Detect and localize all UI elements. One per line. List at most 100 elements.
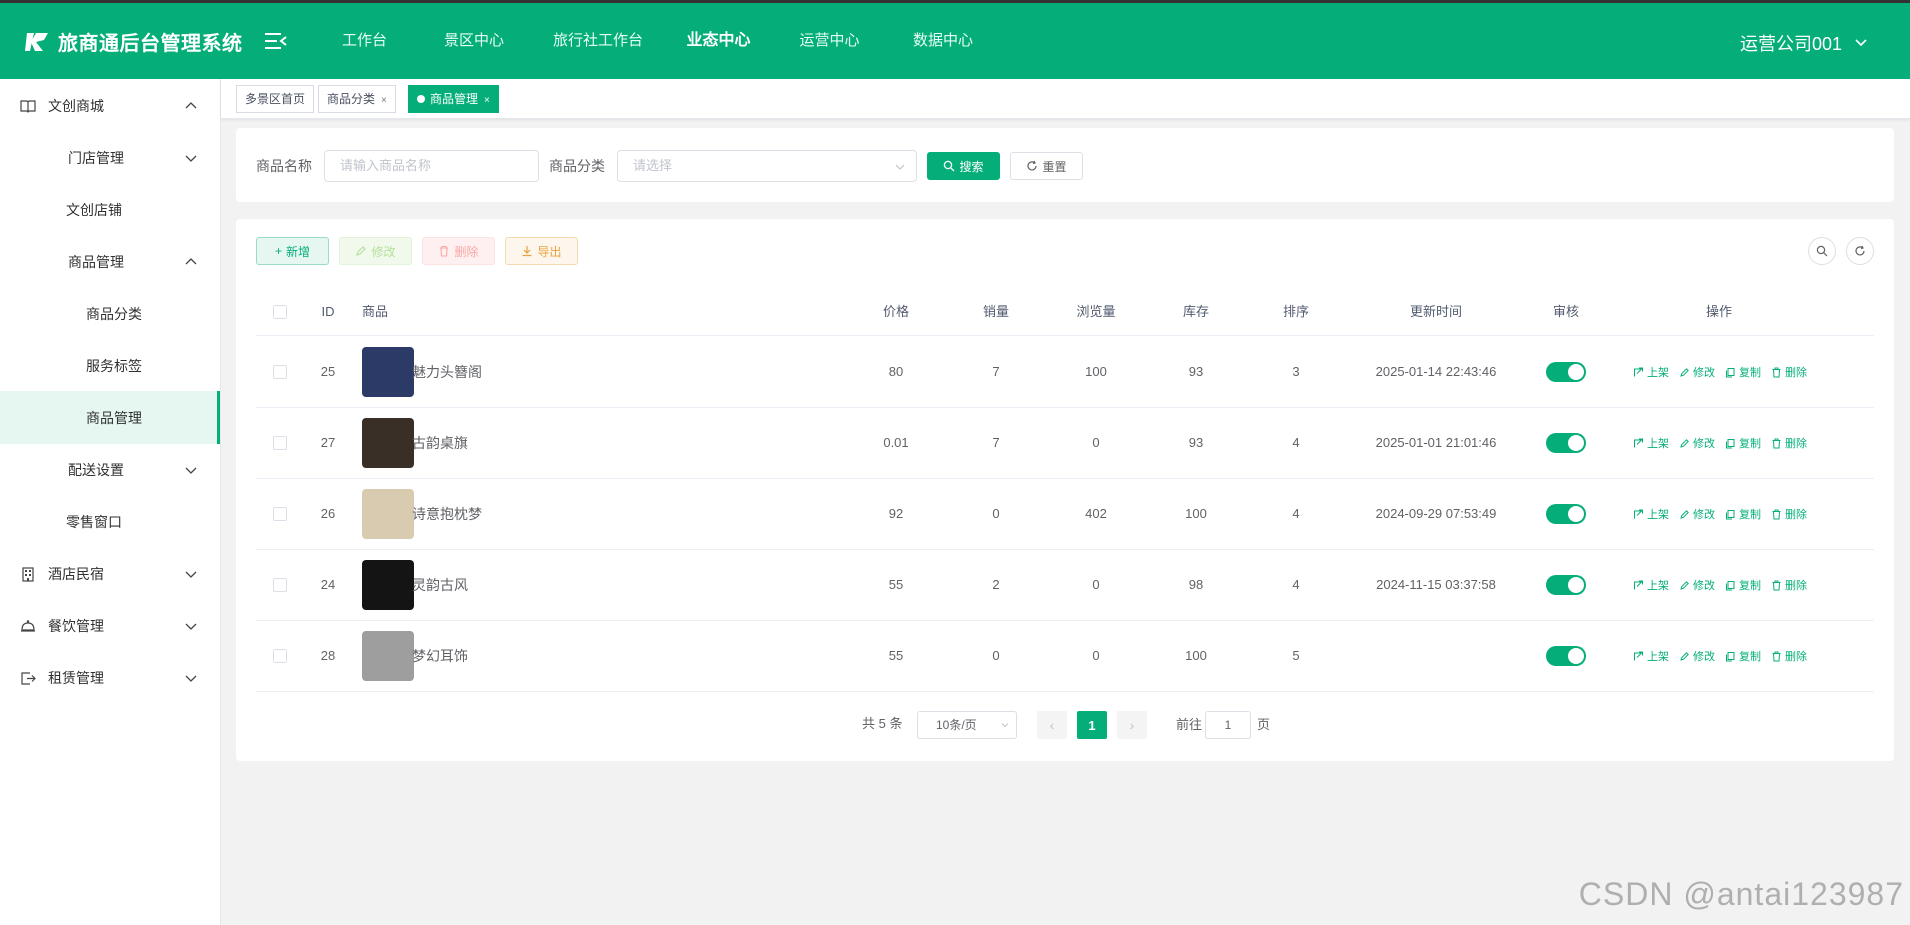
prev-page-button[interactable]: ‹ bbox=[1037, 711, 1067, 739]
action-label: 删除 bbox=[1785, 580, 1807, 592]
cell-product-name: 魅力头簪阁 bbox=[412, 364, 482, 380]
action-label: 删除 bbox=[1785, 651, 1807, 663]
close-icon[interactable]: × bbox=[484, 95, 490, 106]
shelve-action[interactable]: 上架 bbox=[1633, 648, 1669, 664]
delete-action[interactable]: 删除 bbox=[1771, 364, 1807, 380]
sidebar-item-creative-mall[interactable]: 文创商城 bbox=[0, 81, 220, 131]
approval-switch[interactable] bbox=[1546, 433, 1586, 453]
edit-action[interactable]: 修改 bbox=[1679, 506, 1715, 522]
nav-item-operations[interactable]: 运营中心 bbox=[774, 3, 885, 79]
product-table-card: + 新增 修改 删除 导出 ID 商品 价格 销量 浏览量 库存 排序 更新时间 … bbox=[236, 219, 1894, 761]
sidebar-item-rental[interactable]: 租赁管理 bbox=[0, 653, 220, 703]
tag-label: 多景区首页 bbox=[245, 92, 306, 106]
page-size-select[interactable]: 10条/页 bbox=[917, 711, 1017, 739]
select-all-checkbox[interactable] bbox=[273, 305, 287, 319]
delete-action[interactable]: 删除 bbox=[1771, 577, 1807, 593]
refresh-icon bbox=[1027, 160, 1038, 171]
sidebar-item-label: 配送设置 bbox=[68, 462, 124, 478]
approval-switch[interactable] bbox=[1546, 575, 1586, 595]
copy-action[interactable]: 复制 bbox=[1725, 435, 1761, 451]
copy-action[interactable]: 复制 bbox=[1725, 577, 1761, 593]
copy-icon bbox=[1726, 438, 1735, 448]
sidebar-item-product-mgmt-group[interactable]: 商品管理 bbox=[0, 237, 220, 287]
menu-collapse-icon[interactable] bbox=[264, 31, 288, 51]
edit-icon bbox=[1680, 438, 1689, 448]
copy-action[interactable]: 复制 bbox=[1725, 364, 1761, 380]
product-name-input[interactable]: 请输入商品名称 bbox=[324, 150, 539, 182]
edit-action[interactable]: 修改 bbox=[1679, 648, 1715, 664]
approval-switch[interactable] bbox=[1546, 362, 1586, 382]
edit-action[interactable]: 修改 bbox=[1679, 364, 1715, 380]
refresh-icon bbox=[1855, 245, 1865, 256]
edit-button[interactable]: 修改 bbox=[339, 237, 412, 265]
cell-price: 92 bbox=[888, 506, 904, 521]
sidebar-item-service-tags[interactable]: 服务标签 bbox=[0, 341, 220, 391]
action-label: 上架 bbox=[1647, 367, 1669, 379]
add-button[interactable]: + 新增 bbox=[256, 237, 329, 265]
edit-action[interactable]: 修改 bbox=[1679, 577, 1715, 593]
sidebar-item-product-category[interactable]: 商品分类 bbox=[0, 289, 220, 339]
cell-views: 0 bbox=[1092, 435, 1100, 450]
nav-item-workbench[interactable]: 工作台 bbox=[318, 3, 411, 79]
shelve-action[interactable]: 上架 bbox=[1633, 577, 1669, 593]
shelve-action[interactable]: 上架 bbox=[1633, 364, 1669, 380]
chevron-down-icon bbox=[1001, 723, 1009, 728]
cell-sales: 0 bbox=[992, 506, 1000, 521]
action-label: 删除 bbox=[1785, 367, 1807, 379]
delete-button-label: 删除 bbox=[454, 244, 479, 259]
row-checkbox[interactable] bbox=[273, 649, 287, 663]
cell-price: 80 bbox=[888, 364, 904, 379]
copy-action[interactable]: 复制 bbox=[1725, 506, 1761, 522]
nav-item-data[interactable]: 数据中心 bbox=[885, 3, 1001, 79]
close-icon[interactable]: × bbox=[381, 95, 387, 106]
sidebar-item-catering[interactable]: 餐饮管理 bbox=[0, 601, 220, 651]
nav-item-scenic[interactable]: 景区中心 bbox=[416, 3, 532, 79]
sidebar-item-hotel[interactable]: 酒店民宿 bbox=[0, 549, 220, 599]
delete-button[interactable]: 删除 bbox=[422, 237, 495, 265]
export-button[interactable]: 导出 bbox=[505, 237, 578, 265]
toggle-search-button[interactable] bbox=[1808, 237, 1836, 265]
approval-switch[interactable] bbox=[1546, 504, 1586, 524]
nav-item-agency[interactable]: 旅行社工作台 bbox=[533, 3, 663, 79]
sidebar-item-store-mgmt[interactable]: 门店管理 bbox=[0, 133, 220, 183]
logo-icon bbox=[25, 32, 48, 51]
shelve-action[interactable]: 上架 bbox=[1633, 435, 1669, 451]
account-menu[interactable]: 运营公司001 bbox=[1740, 30, 1868, 56]
row-checkbox[interactable] bbox=[273, 436, 287, 450]
cell-stock: 100 bbox=[1185, 506, 1207, 521]
tag-product-category[interactable]: 商品分类 × bbox=[318, 85, 396, 113]
reset-button[interactable]: 重置 bbox=[1010, 152, 1083, 180]
delete-action[interactable]: 删除 bbox=[1771, 435, 1807, 451]
delete-action[interactable]: 删除 bbox=[1771, 648, 1807, 664]
next-page-button[interactable]: › bbox=[1117, 711, 1147, 739]
nav-item-business[interactable]: 业态中心 bbox=[663, 3, 774, 79]
goto-page-input[interactable]: 1 bbox=[1205, 711, 1251, 739]
refresh-table-button[interactable] bbox=[1846, 237, 1874, 265]
search-button[interactable]: 搜索 bbox=[927, 152, 1000, 180]
cell-sales: 7 bbox=[992, 364, 1000, 379]
brand[interactable]: 旅商通后台管理系统 bbox=[24, 27, 243, 56]
sidebar-item-creative-shop[interactable]: 文创店铺 bbox=[0, 185, 220, 235]
page-1-button[interactable]: 1 bbox=[1077, 711, 1107, 739]
approval-switch[interactable] bbox=[1546, 646, 1586, 666]
edit-action[interactable]: 修改 bbox=[1679, 435, 1715, 451]
active-dot bbox=[417, 95, 425, 103]
col-actions: 操作 bbox=[1705, 304, 1732, 319]
row-checkbox[interactable] bbox=[273, 365, 287, 379]
cell-views: 100 bbox=[1085, 364, 1107, 379]
shelve-action[interactable]: 上架 bbox=[1633, 506, 1669, 522]
sidebar-item-label: 餐饮管理 bbox=[48, 618, 104, 634]
col-sort: 排序 bbox=[1282, 304, 1309, 319]
row-checkbox[interactable] bbox=[273, 578, 287, 592]
sidebar-item-delivery-settings[interactable]: 配送设置 bbox=[0, 445, 220, 495]
product-category-select[interactable]: 请选择 bbox=[617, 150, 917, 182]
copy-action[interactable]: 复制 bbox=[1725, 648, 1761, 664]
tag-label: 商品管理 bbox=[430, 92, 479, 106]
row-checkbox[interactable] bbox=[273, 507, 287, 521]
sidebar-item-product-mgmt[interactable]: 商品管理 bbox=[0, 391, 220, 444]
sidebar-item-retail-window[interactable]: 零售窗口 bbox=[0, 497, 220, 547]
page-unit-label: 页 bbox=[1257, 717, 1271, 732]
tag-product-mgmt[interactable]: 商品管理 × bbox=[408, 85, 499, 113]
delete-action[interactable]: 删除 bbox=[1771, 506, 1807, 522]
tag-home[interactable]: 多景区首页 bbox=[236, 85, 315, 113]
